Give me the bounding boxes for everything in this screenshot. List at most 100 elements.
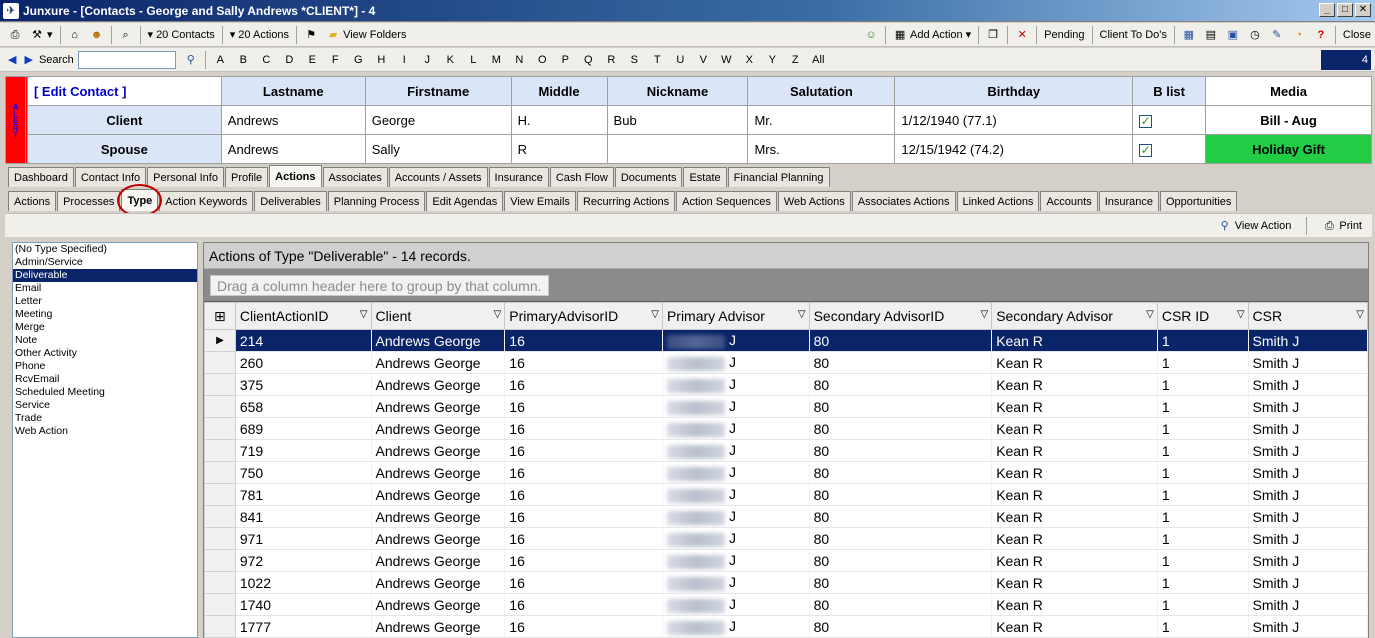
- cell-csr[interactable]: Smith J: [1248, 439, 1369, 462]
- users-icon[interactable]: ☺: [860, 25, 882, 45]
- cell-client[interactable]: Andrews George: [371, 417, 506, 440]
- add-action-button[interactable]: ▦ Add Action ▾: [889, 25, 975, 45]
- row-selector[interactable]: [204, 461, 236, 484]
- tab-associates[interactable]: Associates: [322, 167, 388, 187]
- cell-csr[interactable]: Smith J: [1248, 483, 1369, 506]
- row-selector[interactable]: [204, 417, 236, 440]
- letter-w[interactable]: W: [715, 54, 738, 66]
- type-item-merge[interactable]: Merge: [13, 321, 197, 334]
- minimize-button[interactable]: _: [1319, 3, 1335, 17]
- type-item-trade[interactable]: Trade: [13, 412, 197, 425]
- type-item-email[interactable]: Email: [13, 282, 197, 295]
- row-selector[interactable]: [204, 395, 236, 418]
- subtab-edit-agendas[interactable]: Edit Agendas: [426, 191, 504, 211]
- cell-primaryadvisorid[interactable]: 16: [504, 505, 663, 528]
- cell-clientactionid[interactable]: 841: [235, 505, 372, 528]
- row-selector[interactable]: [204, 593, 236, 616]
- col-header-csr-id[interactable]: CSR ID ▽: [1156, 302, 1249, 330]
- row-selector[interactable]: [204, 373, 236, 396]
- subtab-associates-actions[interactable]: Associates Actions: [851, 191, 956, 211]
- cell-primaryadvisorid[interactable]: 16: [504, 593, 663, 616]
- cell-csr-id[interactable]: 1: [1157, 571, 1249, 594]
- letter-r[interactable]: R: [600, 54, 623, 66]
- subtab-deliverables[interactable]: Deliverables: [254, 191, 327, 211]
- letter-m[interactable]: M: [485, 54, 508, 66]
- type-item-phone[interactable]: Phone: [13, 360, 197, 373]
- cell-csr-id[interactable]: 1: [1157, 395, 1249, 418]
- letter-g[interactable]: G: [347, 54, 370, 66]
- spouse-salutation[interactable]: Mrs.: [747, 134, 896, 164]
- letter-u[interactable]: U: [669, 54, 692, 66]
- letter-b[interactable]: B: [232, 54, 255, 66]
- letter-j[interactable]: J: [416, 54, 439, 66]
- letter-all[interactable]: All: [807, 54, 830, 66]
- type-item-note[interactable]: Note: [13, 334, 197, 347]
- cell-clientactionid[interactable]: 375: [235, 373, 372, 396]
- cell-primary-advisor[interactable]: J: [662, 417, 810, 440]
- cell-client[interactable]: Andrews George: [371, 505, 506, 528]
- timer-icon[interactable]: ◔: [1288, 25, 1310, 45]
- table-row[interactable]: 260 Andrews George 16 J 80 Kean R 1 Smith J: [204, 351, 1369, 374]
- cell-csr-id[interactable]: 1: [1157, 593, 1249, 616]
- tab-profile[interactable]: Profile: [224, 167, 269, 187]
- cell-csr[interactable]: Smith J: [1248, 527, 1369, 550]
- cell-client[interactable]: Andrews George: [371, 351, 506, 374]
- type-item-web-action[interactable]: Web Action: [13, 425, 197, 438]
- table-row[interactable]: 1740 Andrews George 16 J 80 Kean R 1 Smith J: [204, 593, 1369, 616]
- client-middle[interactable]: H.: [510, 105, 608, 135]
- tab-estate[interactable]: Estate: [683, 167, 727, 187]
- col-header-csr[interactable]: CSR ▽: [1247, 302, 1369, 330]
- cell-client[interactable]: Andrews George: [371, 615, 506, 638]
- cell-client[interactable]: Andrews George: [371, 373, 506, 396]
- close-button[interactable]: Close: [1339, 25, 1375, 45]
- cell-clientactionid[interactable]: 781: [235, 483, 372, 506]
- cell-clientactionid[interactable]: 689: [235, 417, 372, 440]
- type-item-scheduled-meeting[interactable]: Scheduled Meeting: [13, 386, 197, 399]
- cell-primary-advisor[interactable]: J: [662, 439, 810, 462]
- print-button[interactable]: ⎙ Print: [1318, 216, 1366, 236]
- type-item-deliverable[interactable]: Deliverable: [13, 269, 197, 282]
- client-todos-button[interactable]: Client To Do's: [1096, 25, 1171, 45]
- cell-secondary-advisorid[interactable]: 80: [809, 461, 993, 484]
- cell-secondary-advisor[interactable]: Kean R: [991, 571, 1158, 594]
- subtab-web-actions[interactable]: Web Actions: [777, 191, 851, 211]
- spouse-nickname[interactable]: [606, 134, 749, 164]
- cell-primary-advisor[interactable]: J: [662, 329, 810, 352]
- filter-icon[interactable]: ▽: [494, 309, 502, 320]
- table-row[interactable]: 1022 Andrews George 16 J 80 Kean R 1 Smith J: [204, 571, 1369, 594]
- table-row[interactable]: 719 Andrews George 16 J 80 Kean R 1 Smith J: [204, 439, 1369, 462]
- cell-secondary-advisor[interactable]: Kean R: [991, 615, 1158, 638]
- letter-k[interactable]: K: [439, 54, 462, 66]
- cell-client[interactable]: Andrews George: [371, 439, 506, 462]
- delete-icon[interactable]: ✕: [1011, 25, 1033, 45]
- subtab-view-emails[interactable]: View Emails: [504, 191, 576, 211]
- cell-csr[interactable]: Smith J: [1248, 373, 1369, 396]
- cell-primaryadvisorid[interactable]: 16: [504, 395, 663, 418]
- cell-primaryadvisorid[interactable]: 16: [504, 527, 663, 550]
- export-icon[interactable]: ⎙: [4, 25, 26, 45]
- cell-csr-id[interactable]: 1: [1157, 483, 1249, 506]
- letter-c[interactable]: C: [255, 54, 278, 66]
- cell-secondary-advisorid[interactable]: 80: [809, 593, 993, 616]
- letter-o[interactable]: O: [531, 54, 554, 66]
- cell-secondary-advisorid[interactable]: 80: [809, 527, 993, 550]
- cell-clientactionid[interactable]: 719: [235, 439, 372, 462]
- cell-primaryadvisorid[interactable]: 16: [504, 417, 663, 440]
- cell-csr-id[interactable]: 1: [1157, 527, 1249, 550]
- tab-accounts-assets[interactable]: Accounts / Assets: [388, 167, 488, 187]
- letter-z[interactable]: Z: [784, 54, 807, 66]
- filter-icon[interactable]: ▽: [798, 309, 806, 320]
- cell-secondary-advisorid[interactable]: 80: [809, 417, 993, 440]
- tab-insurance[interactable]: Insurance: [488, 167, 549, 187]
- table-row[interactable]: 972 Andrews George 16 J 80 Kean R 1 Smith J: [204, 549, 1369, 572]
- cell-csr[interactable]: Smith J: [1248, 505, 1369, 528]
- edit-contact-link[interactable]: [ Edit Contact ]: [26, 76, 222, 106]
- copy-icon[interactable]: ❐: [982, 25, 1004, 45]
- cell-csr[interactable]: Smith J: [1248, 329, 1369, 352]
- home-icon[interactable]: ⌂: [64, 25, 86, 45]
- table-row[interactable]: 375 Andrews George 16 J 80 Kean R 1 Smith J: [204, 373, 1369, 396]
- table-row[interactable]: 971 Andrews George 16 J 80 Kean R 1 Smith J: [204, 527, 1369, 550]
- cell-secondary-advisorid[interactable]: 80: [809, 351, 993, 374]
- tab-actions[interactable]: Actions: [269, 165, 322, 187]
- col-header-primary-advisor[interactable]: Primary Advisor ▽: [661, 302, 810, 330]
